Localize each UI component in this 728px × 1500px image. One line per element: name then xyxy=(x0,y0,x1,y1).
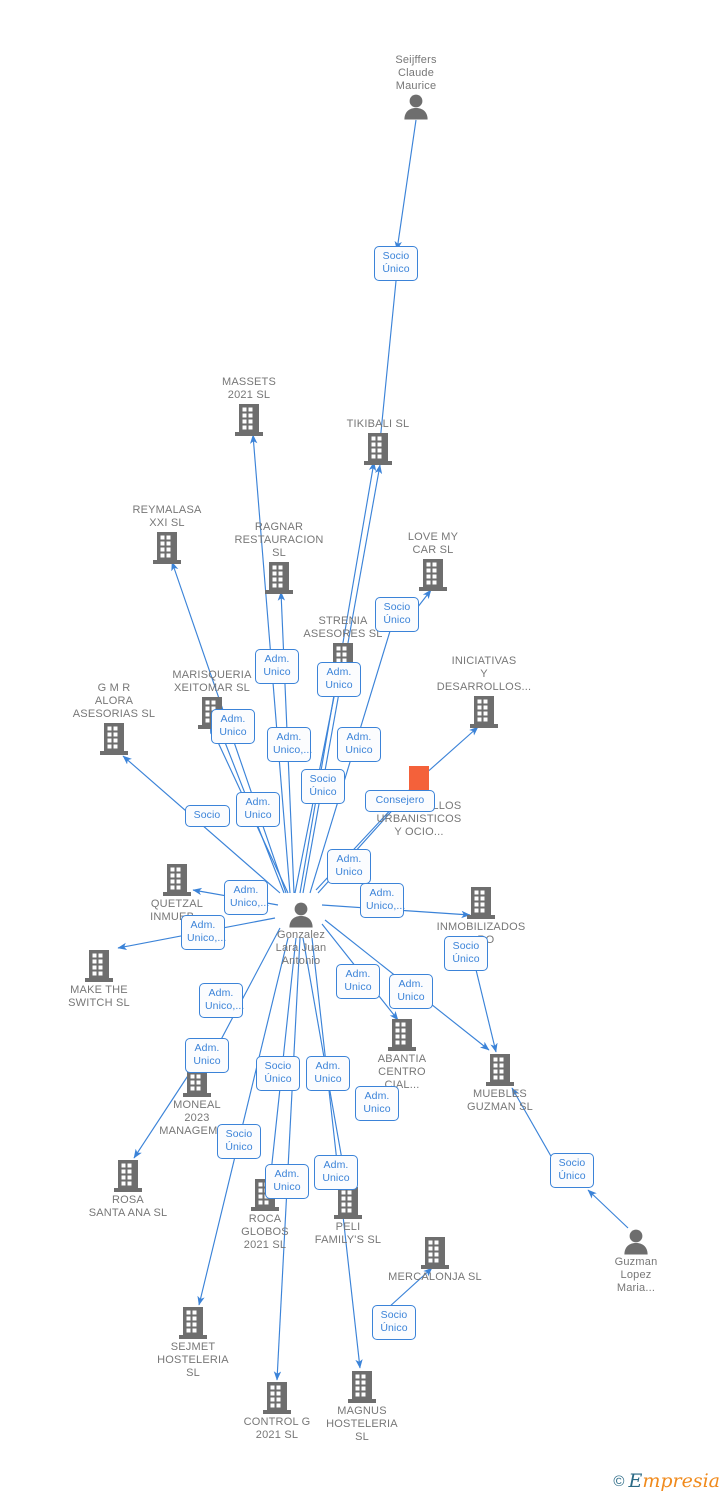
node-label: RAGNAR RESTAURACION SL xyxy=(234,521,324,559)
company-building-icon xyxy=(318,432,438,466)
relation-label-r20[interactable]: Adm. Unico xyxy=(185,1037,229,1073)
node-label: Gonzalez Lara Juan Antonio xyxy=(275,929,327,967)
company-building-icon xyxy=(68,1159,188,1193)
brand-logo: Empresia xyxy=(628,1470,720,1492)
relation-label-r27[interactable]: Adm. Unico xyxy=(314,1154,358,1190)
relation-label-r16[interactable]: Socio Único xyxy=(444,935,488,971)
graph-node-mercalonja[interactable]: MERCALONJA SL xyxy=(375,1236,495,1284)
company-building-icon xyxy=(54,722,174,756)
graph-node-guzmanlopez[interactable]: Guzman Lopez Maria... xyxy=(576,1229,696,1295)
relation-label-r23[interactable]: Adm. Unico xyxy=(355,1085,399,1121)
relation-label-r10[interactable]: Socio xyxy=(184,805,230,827)
node-label: Guzman Lopez Maria... xyxy=(614,1256,658,1294)
person-icon xyxy=(356,94,476,120)
graph-node-lovemycar[interactable]: LOVE MY CAR SL xyxy=(373,531,493,592)
company-building-icon xyxy=(107,531,227,565)
relation-label-r1[interactable]: Socio Único xyxy=(374,245,418,281)
relation-label-r5[interactable]: Adm. Unico xyxy=(211,708,255,744)
node-label: LOVE MY CAR SL xyxy=(407,531,459,556)
node-label: G M R ALORA ASESORIAS SL xyxy=(72,682,156,720)
graph-node-seijffers[interactable]: Seijffers Claude Maurice xyxy=(356,54,476,120)
node-label: REYMALASA XXI SL xyxy=(132,504,202,529)
company-building-icon xyxy=(342,1018,462,1052)
company-building-icon xyxy=(424,695,544,729)
company-building-icon xyxy=(373,558,493,592)
relation-label-r6[interactable]: Adm. Unico,... xyxy=(267,726,312,762)
graph-node-sejmet[interactable]: SEJMET HOSTELERIA SL xyxy=(133,1306,253,1380)
relation-label-r19[interactable]: Adm. Unico,... xyxy=(199,982,244,1018)
company-building-icon xyxy=(219,561,339,595)
graph-node-massets[interactable]: MASSETS 2021 SL xyxy=(189,376,309,437)
relation-label-r15[interactable]: Adm. Unico,... xyxy=(181,914,226,950)
node-label: Seijffers Claude Maurice xyxy=(395,54,437,92)
relation-label-r4[interactable]: Adm. Unico xyxy=(317,661,361,697)
relation-label-r2[interactable]: Socio Único xyxy=(375,596,419,632)
company-building-icon xyxy=(421,886,541,920)
graph-node-muebles[interactable]: MUEBLES GUZMAN SL xyxy=(440,1053,560,1114)
relation-label-r25[interactable]: Socio Único xyxy=(550,1152,594,1188)
graph-node-iniciativas[interactable]: INICIATIVAS Y DESARROLLOS... xyxy=(424,655,544,729)
network-diagram-canvas[interactable]: Seijffers Claude Maurice TIKIBALI SL MASSE… xyxy=(0,0,728,1500)
relation-label-r12[interactable]: Adm. Unico xyxy=(327,848,371,884)
empresia-watermark: © Empresia xyxy=(613,1470,720,1492)
node-label: MERCALONJA SL xyxy=(388,1271,482,1283)
node-label: INICIATIVAS Y DESARROLLOS... xyxy=(436,655,532,693)
relation-label-r13[interactable]: Adm. Unico,... xyxy=(224,879,269,915)
node-label: TIKIBALI SL xyxy=(346,418,410,430)
company-building-icon xyxy=(39,949,159,983)
node-label: MUEBLES GUZMAN SL xyxy=(467,1088,533,1113)
relation-label-r26[interactable]: Adm. Unico xyxy=(265,1163,309,1199)
node-label: SEJMET HOSTELERIA SL xyxy=(157,1341,229,1379)
company-building-icon xyxy=(375,1236,495,1270)
node-label: ROSA SANTA ANA SL xyxy=(88,1194,168,1219)
company-building-icon xyxy=(117,863,237,897)
relation-label-r11[interactable]: Adm. Unico xyxy=(236,791,280,827)
relation-label-r21[interactable]: Socio Único xyxy=(256,1055,300,1091)
relation-label-r7[interactable]: Adm. Unico xyxy=(337,726,381,762)
relation-label-r28[interactable]: Socio Único xyxy=(372,1304,416,1340)
copyright-icon: © xyxy=(613,1472,625,1490)
relation-label-r18[interactable]: Adm. Unico xyxy=(389,973,433,1009)
graph-node-makethe[interactable]: MAKE THE SWITCH SL xyxy=(39,949,159,1010)
company-building-icon xyxy=(189,403,309,437)
company-building-icon xyxy=(217,1381,337,1415)
graph-node-gmr[interactable]: G M R ALORA ASESORIAS SL xyxy=(54,682,174,756)
relation-label-r14[interactable]: Adm. Unico,... xyxy=(360,882,405,918)
company-building-icon xyxy=(133,1306,253,1340)
graph-node-rosa[interactable]: ROSA SANTA ANA SL xyxy=(68,1159,188,1220)
relation-label-r3[interactable]: Adm. Unico xyxy=(255,648,299,684)
relation-label-r22[interactable]: Adm. Unico xyxy=(306,1055,350,1091)
node-label: MAKE THE SWITCH SL xyxy=(68,984,130,1009)
relation-label-r9[interactable]: Consejero xyxy=(365,790,435,812)
person-icon xyxy=(576,1229,696,1255)
node-label: MASSETS 2021 SL xyxy=(222,376,276,401)
node-label: CONTROL G 2021 SL xyxy=(243,1416,311,1441)
company-building-icon xyxy=(440,1053,560,1087)
relation-label-r24[interactable]: Socio Único xyxy=(217,1123,261,1159)
graph-node-tikibali[interactable]: TIKIBALI SL xyxy=(318,418,438,466)
relation-label-r8[interactable]: Socio Único xyxy=(301,768,345,804)
graph-node-ragnar[interactable]: RAGNAR RESTAURACION SL xyxy=(219,521,339,595)
graph-node-reymalasa[interactable]: REYMALASA XXI SL xyxy=(107,504,227,565)
relation-label-r17[interactable]: Adm. Unico xyxy=(336,963,380,999)
graph-node-controlg[interactable]: CONTROL G 2021 SL xyxy=(217,1381,337,1442)
